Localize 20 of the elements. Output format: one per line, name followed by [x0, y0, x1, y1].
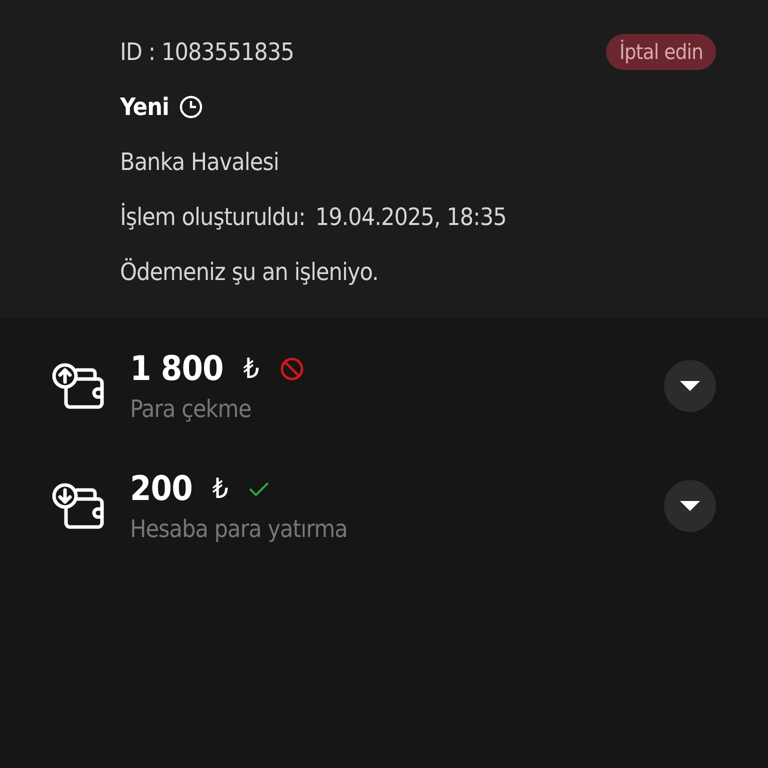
cancel-button[interactable]: İptal edin — [606, 34, 716, 70]
wallet-upload-icon — [52, 362, 104, 408]
order-id: ID : 1083551835 — [120, 38, 294, 66]
currency: ₺ — [212, 472, 228, 505]
payment-method: Banka Havalesi — [120, 148, 279, 176]
clock-icon — [178, 94, 203, 118]
created-date: 19.04.2025, 18:35 — [315, 202, 506, 230]
expand-button[interactable] — [664, 480, 716, 532]
caret-icon — [680, 500, 700, 512]
amount: 200 — [130, 468, 192, 508]
status-text: Yeni — [120, 92, 169, 120]
wallet-download-icon — [52, 482, 104, 528]
currency: ₺ — [243, 352, 260, 385]
created-label: İşlem oluşturuldu: — [120, 202, 306, 230]
caret-icon — [680, 380, 700, 392]
transaction-type: Hesaba para yatırma — [130, 514, 348, 542]
expand-button[interactable] — [664, 360, 716, 412]
status-message: Ödemeniz şu an işleniyo. — [120, 258, 378, 286]
amount: 1 800 — [130, 348, 224, 388]
transaction-type: Para çekme — [130, 394, 252, 422]
